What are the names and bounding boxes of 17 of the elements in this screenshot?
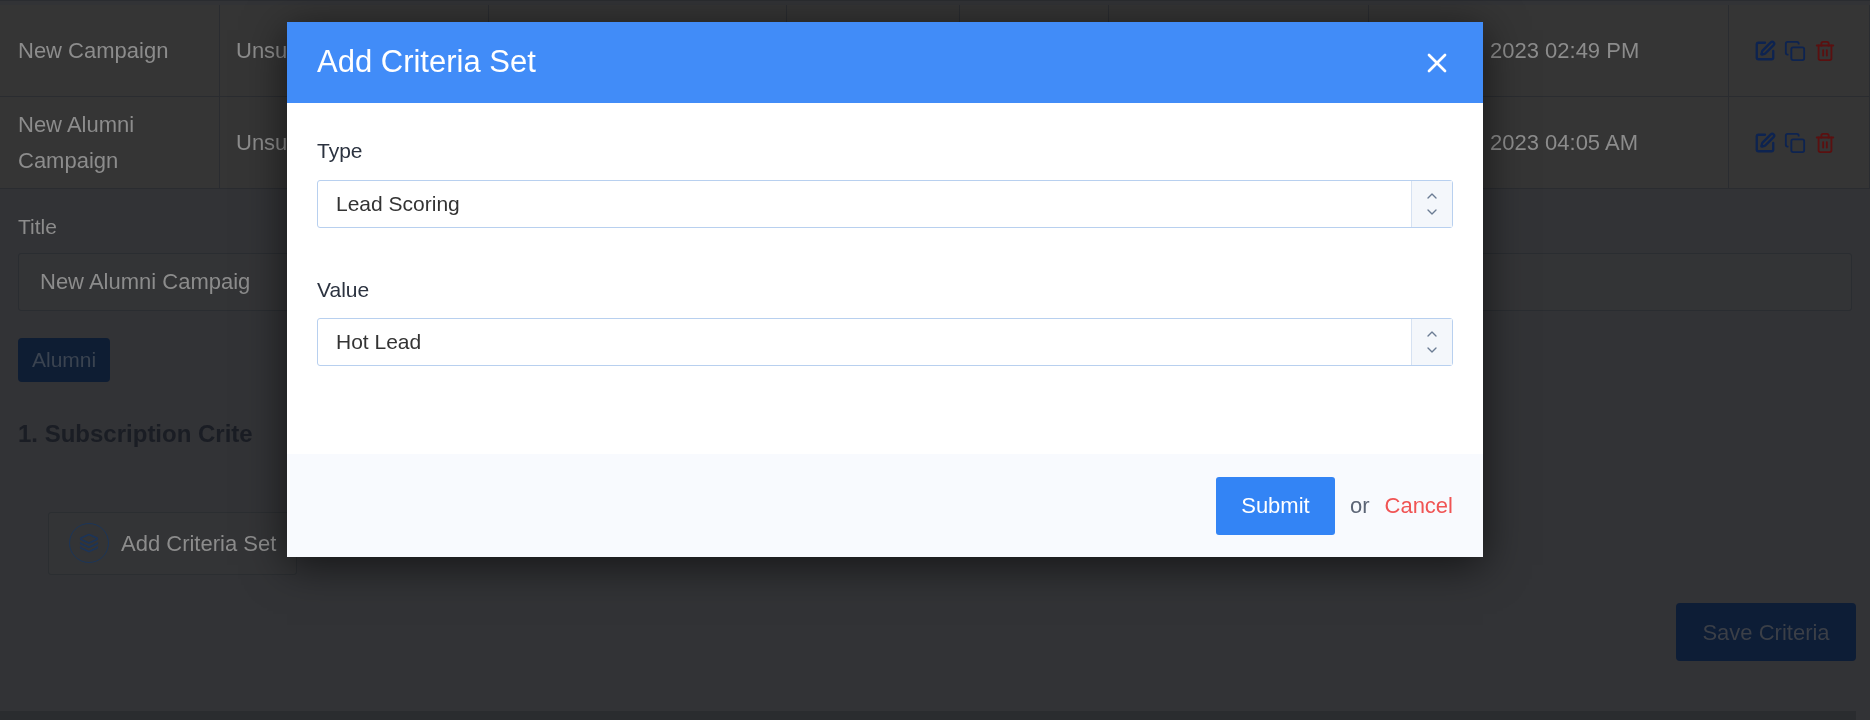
table-cell: New Alumni Campaign — [0, 97, 220, 189]
copy-icon[interactable] — [1784, 39, 1806, 62]
trash-icon[interactable] — [1814, 131, 1836, 154]
submit-button[interactable]: Submit — [1215, 476, 1335, 535]
add-criteria-set-button[interactable]: Add Criteria Set — [48, 511, 298, 575]
field-label: Type — [317, 138, 363, 164]
select-field[interactable]: Hot Lead — [317, 318, 1453, 366]
title-label: Title — [18, 214, 57, 240]
edit-icon[interactable] — [1754, 131, 1776, 154]
field-label: Value — [317, 276, 370, 303]
edit-icon[interactable] — [1754, 39, 1776, 62]
copy-icon[interactable] — [1784, 131, 1806, 154]
or-text: or — [1349, 492, 1370, 520]
select-field[interactable]: Lead Scoring — [317, 179, 1453, 228]
cancel-link[interactable]: Cancel — [1384, 489, 1453, 522]
table-cell: New Campaign — [0, 5, 220, 97]
trash-icon[interactable] — [1814, 39, 1836, 62]
